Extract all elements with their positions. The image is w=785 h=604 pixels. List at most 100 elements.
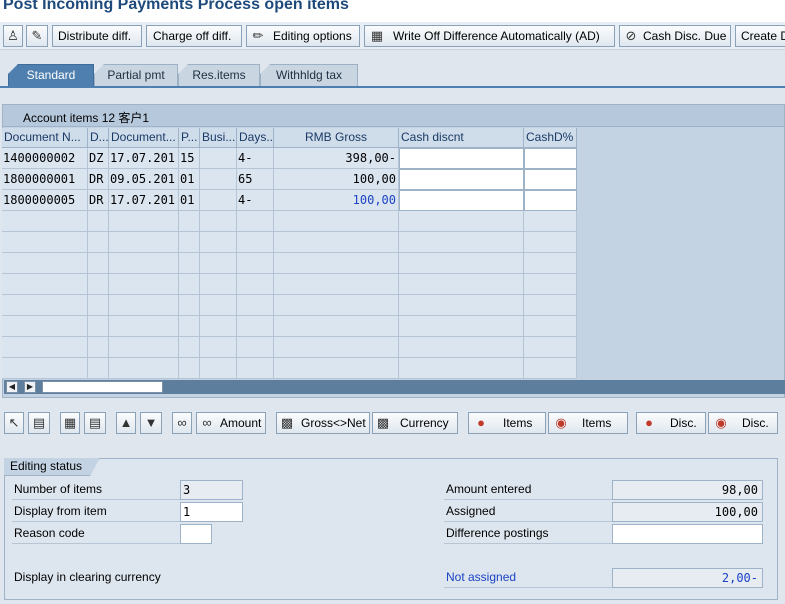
display-from-item-label: Display from item <box>12 502 180 522</box>
empty-table-cell <box>200 358 237 379</box>
table-cell-days[interactable]: 65 <box>237 169 274 190</box>
editing-status-title: Editing status <box>4 458 100 476</box>
cash-discount-input[interactable] <box>399 190 524 211</box>
table-cell-days[interactable]: 4- <box>237 190 274 211</box>
empty-table-cell <box>237 274 274 295</box>
cash-discount-input[interactable] <box>399 169 524 190</box>
table-cell-doc[interactable]: 1800000005 <box>2 190 88 211</box>
activate-icon: ● <box>477 415 485 430</box>
table-cell-date[interactable]: 17.07.201 <box>109 190 179 211</box>
select-button[interactable]: ↖ <box>4 412 24 434</box>
number-of-items-field: 3 <box>180 480 243 500</box>
table-cell-date[interactable]: 09.05.201 <box>109 169 179 190</box>
editing-options-button[interactable]: ✏ Editing options <box>246 25 360 47</box>
amount-entered-label: Amount entered <box>444 480 612 500</box>
empty-table-cell <box>524 316 577 337</box>
table-cell-gross[interactable]: 100,00 <box>274 190 399 211</box>
scroll-right-button[interactable]: ▶ <box>24 381 36 393</box>
scroll-left-button[interactable]: ◀ <box>6 381 18 393</box>
column-header-business-area[interactable]: Busi... <box>200 128 237 148</box>
cash-discount-percent-input[interactable] <box>524 169 577 190</box>
table-cell-gross[interactable]: 100,00 <box>274 169 399 190</box>
table-cell-business-area[interactable] <box>200 190 237 211</box>
display-from-item-input[interactable]: 1 <box>180 502 243 522</box>
table-cell-doc[interactable]: 1800000001 <box>2 169 88 190</box>
empty-table-cell <box>179 274 200 295</box>
display-clearing-currency-label[interactable]: Display in clearing currency <box>12 568 242 588</box>
empty-table-cell <box>179 358 200 379</box>
find-button[interactable]: ∞ <box>172 412 192 434</box>
amount-button[interactable]: ∞ Amount <box>196 412 266 434</box>
table-cell-type[interactable]: DR <box>88 190 109 211</box>
tab-withhldg-tax[interactable]: Withhldg tax <box>260 64 358 86</box>
account-items-label: Account items 12 客户1 <box>23 111 150 125</box>
document-button[interactable]: ▤ <box>84 412 106 434</box>
binoculars-icon: ∞ <box>177 415 187 430</box>
create-button[interactable]: Create D <box>735 25 785 47</box>
empty-table-cell <box>524 211 577 232</box>
column-header-posting-key[interactable]: P... <box>179 128 200 148</box>
table-cell-business-area[interactable] <box>200 148 237 169</box>
column-header-doc-type[interactable]: D... <box>88 128 109 148</box>
empty-table-cell <box>88 211 109 232</box>
empty-table-cell <box>88 253 109 274</box>
select-block-icon: ▤ <box>32 415 46 430</box>
column-header-rmb-gross[interactable]: RMB Gross <box>274 128 399 148</box>
difference-postings-input[interactable] <box>612 524 763 544</box>
tab-standard[interactable]: Standard <box>8 64 94 86</box>
table-cell-posting-key[interactable]: 01 <box>179 190 200 211</box>
activate-disc-button[interactable]: ● Disc. <box>636 412 706 434</box>
distribute-diff-button[interactable]: Distribute diff. <box>52 25 142 47</box>
deactivate-items-button[interactable]: ◉ Items <box>548 412 628 434</box>
person-button[interactable]: ♙ <box>3 25 23 47</box>
grid-icon: ▩ <box>280 415 294 430</box>
reason-code-input[interactable] <box>180 524 212 544</box>
table-cell-posting-key[interactable]: 01 <box>179 169 200 190</box>
empty-table-cell <box>179 253 200 274</box>
column-header-days[interactable]: Days... <box>237 128 274 148</box>
table-cell-days[interactable]: 4- <box>237 148 274 169</box>
empty-table-cell <box>399 316 524 337</box>
scroll-thumb[interactable] <box>42 381 163 393</box>
activate-items-button[interactable]: ● Items <box>468 412 546 434</box>
empty-table-cell <box>237 253 274 274</box>
column-header-cash-discount[interactable]: Cash discnt <box>399 128 524 148</box>
column-header-cash-discount-percent[interactable]: CashD% <box>524 128 577 148</box>
currency-button[interactable]: ▩ Currency <box>372 412 458 434</box>
table-cell-gross[interactable]: 398,00- <box>274 148 399 169</box>
deactivate-disc-button[interactable]: ◉ Disc. <box>708 412 778 434</box>
empty-table-cell <box>274 316 399 337</box>
empty-table-cell <box>237 358 274 379</box>
charge-off-diff-button[interactable]: Charge off diff. <box>146 25 242 47</box>
table-cell-type[interactable]: DR <box>88 169 109 190</box>
column-header-document-date[interactable]: Document... <box>109 128 179 148</box>
table-cell-type[interactable]: DZ <box>88 148 109 169</box>
empty-table-cell <box>399 232 524 253</box>
table-cell-business-area[interactable] <box>200 169 237 190</box>
tab-strip: Standard Partial pmt Res.items Withhldg … <box>0 50 785 86</box>
column-header-document-number[interactable]: Document N... <box>2 128 88 148</box>
empty-table-cell <box>524 337 577 358</box>
table-cell-doc[interactable]: 1400000002 <box>2 148 88 169</box>
empty-table-cell <box>274 253 399 274</box>
empty-table-cell <box>109 232 179 253</box>
sort-icon: ▲ <box>119 415 133 430</box>
cash-discount-input[interactable] <box>399 148 524 169</box>
table-cell-date[interactable]: 17.07.201 <box>109 148 179 169</box>
gross-net-button[interactable]: ▩ Gross<>Net <box>276 412 370 434</box>
empty-table-cell <box>88 358 109 379</box>
table-cell-posting-key[interactable]: 15 <box>179 148 200 169</box>
horizontal-scrollbar[interactable]: ◀ ▶ <box>4 380 785 394</box>
tab-partial-pmt[interactable]: Partial pmt <box>94 64 178 86</box>
cash-discount-percent-input[interactable] <box>524 190 577 211</box>
filter-button[interactable]: ▼ <box>140 412 162 434</box>
cash-disc-due-button[interactable]: ⊘ Cash Disc. Due <box>619 25 731 47</box>
details-button[interactable]: ▦ <box>60 412 80 434</box>
cash-discount-percent-input[interactable] <box>524 148 577 169</box>
select-block-button[interactable]: ▤ <box>28 412 50 434</box>
edit-document-button[interactable]: ✎ <box>26 25 48 47</box>
sort-button[interactable]: ▲ <box>116 412 136 434</box>
write-off-auto-button[interactable]: ▦ Write Off Difference Automatically (AD… <box>364 25 615 47</box>
tab-res-items[interactable]: Res.items <box>178 64 260 86</box>
empty-table-cell <box>88 337 109 358</box>
